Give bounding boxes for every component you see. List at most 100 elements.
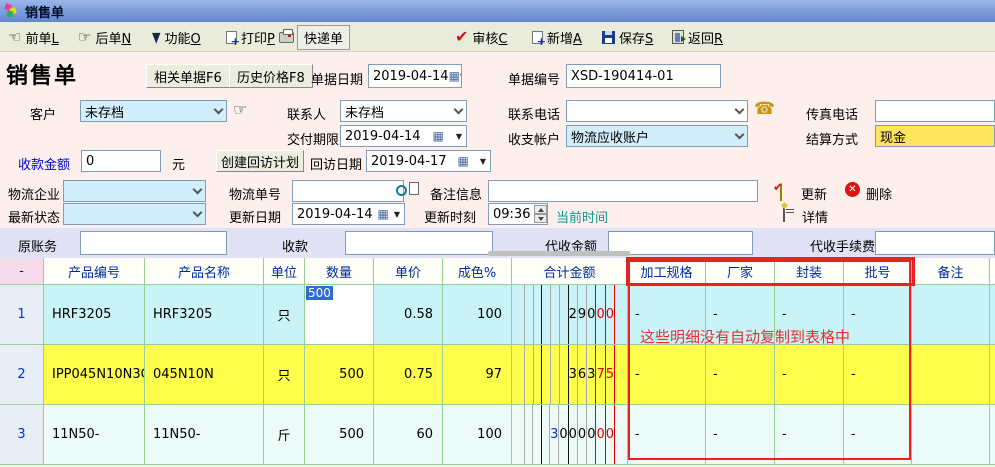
row-number-cell[interactable]: 1 [0, 285, 44, 345]
account-combo[interactable]: 物流应收账户 [566, 125, 748, 147]
update-time-input[interactable]: 09:36 [488, 203, 548, 225]
collect-input[interactable] [345, 231, 493, 255]
product-name-cell[interactable]: 11N50- [145, 405, 264, 465]
total-amount-ledger-cell[interactable]: 36375 [512, 345, 628, 405]
batch-cell[interactable]: - [844, 285, 912, 345]
fax-input[interactable] [875, 100, 995, 122]
purity-cell[interactable]: 97 [443, 345, 512, 405]
audit-button[interactable]: ✔ 审核C [455, 22, 508, 52]
add-new-button[interactable]: + 新增A [532, 22, 582, 52]
logistics-no-input[interactable] [292, 180, 404, 202]
agency-fee-input[interactable] [875, 231, 995, 255]
unit-cell[interactable]: 斤 [264, 405, 305, 465]
maker-cell[interactable]: - [706, 345, 775, 405]
related-docs-button[interactable]: 相关单据F6 [146, 64, 230, 88]
product-name-cell[interactable]: 045N10N [145, 345, 264, 405]
customer-combo[interactable]: 未存档 [80, 100, 227, 122]
product-code-cell[interactable]: 11N50- [44, 405, 145, 465]
product-code-cell[interactable]: IPP045N10N3G [44, 345, 145, 405]
quantity-cell[interactable]: 500 [305, 405, 374, 465]
horizontal-scrollbar-thumb[interactable] [488, 251, 630, 256]
chevron-down-icon [193, 208, 203, 218]
row-number-cell[interactable]: 2 [0, 345, 44, 405]
unit-price-cell[interactable]: 0.75 [374, 345, 443, 405]
batch-cell[interactable]: - [844, 345, 912, 405]
batch-cell[interactable]: - [844, 405, 912, 465]
maker-cell[interactable]: - [706, 405, 775, 465]
update-icon[interactable] [780, 184, 782, 201]
time-spinner[interactable] [534, 205, 547, 223]
remark-input[interactable] [488, 180, 758, 202]
unit-cell[interactable]: 只 [264, 345, 305, 405]
prev-order-button[interactable]: ☜ 前单L [8, 22, 59, 52]
orig-account-input[interactable] [80, 231, 227, 255]
unit-price-cell[interactable]: 0.58 [374, 285, 443, 345]
history-price-button[interactable]: 历史价格F8 [229, 64, 313, 88]
note-cell[interactable] [912, 405, 990, 465]
spinner-up-icon[interactable] [534, 205, 547, 214]
customer-lookup-hand-icon[interactable]: ☞ [233, 102, 247, 118]
logistics-co-combo[interactable] [63, 180, 206, 202]
total-amount-ledger-cell[interactable]: 29000 [512, 285, 628, 345]
save-button[interactable]: 保存S [602, 22, 653, 52]
ledger-digit-cell [542, 345, 551, 404]
express-order-button[interactable]: 快递单 [297, 22, 350, 52]
spinner-down-icon[interactable] [534, 214, 547, 223]
visit-date-picker[interactable]: 2019-04-17▦▼ [366, 150, 491, 172]
unit-cell[interactable]: 只 [264, 285, 305, 345]
status-combo[interactable] [63, 203, 206, 225]
ledger-digit-cell [534, 345, 543, 404]
package-cell[interactable]: - [775, 345, 844, 405]
create-visit-plan-button[interactable]: 创建回访计划 [216, 150, 304, 172]
unit-price-cell[interactable]: 60 [374, 405, 443, 465]
header-unit-price: 单价 [374, 258, 443, 285]
quantity-cell-editing[interactable]: 500 [305, 285, 374, 345]
maker-cell[interactable]: - [706, 285, 775, 345]
settle-input[interactable]: 现金 [875, 125, 995, 147]
ledger-digit-cell: 3 [569, 345, 578, 404]
details-icon[interactable] [783, 205, 785, 222]
product-name-cell[interactable]: HRF3205 [145, 285, 264, 345]
update-link[interactable]: 更新 [801, 184, 827, 203]
purity-cell[interactable]: 100 [443, 405, 512, 465]
detail-grid: - 产品编号 产品名称 单位 数量 单价 成色% 合计金额 加工规格 厂家 封装… [0, 258, 995, 465]
doc-date-picker[interactable]: 2019-04-14▦▼ [368, 64, 462, 88]
spec-cell[interactable]: - [628, 285, 706, 345]
next-order-button[interactable]: ☞ 后单N [78, 22, 131, 52]
spec-cell[interactable]: - [628, 405, 706, 465]
functions-button[interactable]: ▼ 功能O [152, 22, 201, 52]
header-note: 备注 [912, 258, 990, 285]
header-product-code: 产品编号 [44, 258, 145, 285]
note-cell[interactable] [912, 285, 990, 345]
header-product-name: 产品名称 [145, 258, 264, 285]
delete-link[interactable]: 删除 [866, 184, 892, 203]
dropdown-arrow-icon: ▼ [480, 157, 486, 166]
dropdown-arrow-icon: ▼ [460, 72, 462, 81]
hand-left-icon: ☜ [8, 30, 21, 45]
row-number-cell[interactable]: 3 [0, 405, 44, 465]
product-code-cell[interactable]: HRF3205 [44, 285, 145, 345]
ledger-digit-cell: 5 [606, 345, 615, 404]
header-sliver [990, 258, 995, 285]
return-button[interactable]: 返回R [672, 22, 723, 52]
update-date-picker[interactable]: 2019-04-14▦▼ [292, 203, 405, 225]
doc-no-input[interactable]: XSD-190414-01 [566, 64, 721, 88]
printer-icon [279, 32, 294, 43]
contact-phone-combo[interactable] [566, 100, 748, 122]
current-time-link[interactable]: 当前时间 [556, 207, 608, 226]
quantity-cell[interactable]: 500 [305, 345, 374, 405]
received-amount-input[interactable]: 0 [81, 150, 161, 172]
delivery-date-picker[interactable]: 2019-04-14▦▼ [340, 125, 467, 147]
print-button[interactable]: + 打印P [226, 22, 294, 52]
package-cell[interactable]: - [775, 405, 844, 465]
contact-combo[interactable]: 未存档 [340, 100, 467, 122]
package-cell[interactable]: - [775, 285, 844, 345]
total-amount-ledger-cell[interactable]: 3000000 [512, 405, 628, 465]
delete-icon[interactable]: ✕ [845, 182, 860, 197]
phone-icon[interactable]: ☎ [754, 101, 775, 118]
purity-cell[interactable]: 100 [443, 285, 512, 345]
details-link[interactable]: 详情 [802, 207, 828, 226]
spec-cell[interactable]: - [628, 345, 706, 405]
ledger-digit-cell: 3 [550, 405, 559, 464]
note-cell[interactable] [912, 345, 990, 405]
